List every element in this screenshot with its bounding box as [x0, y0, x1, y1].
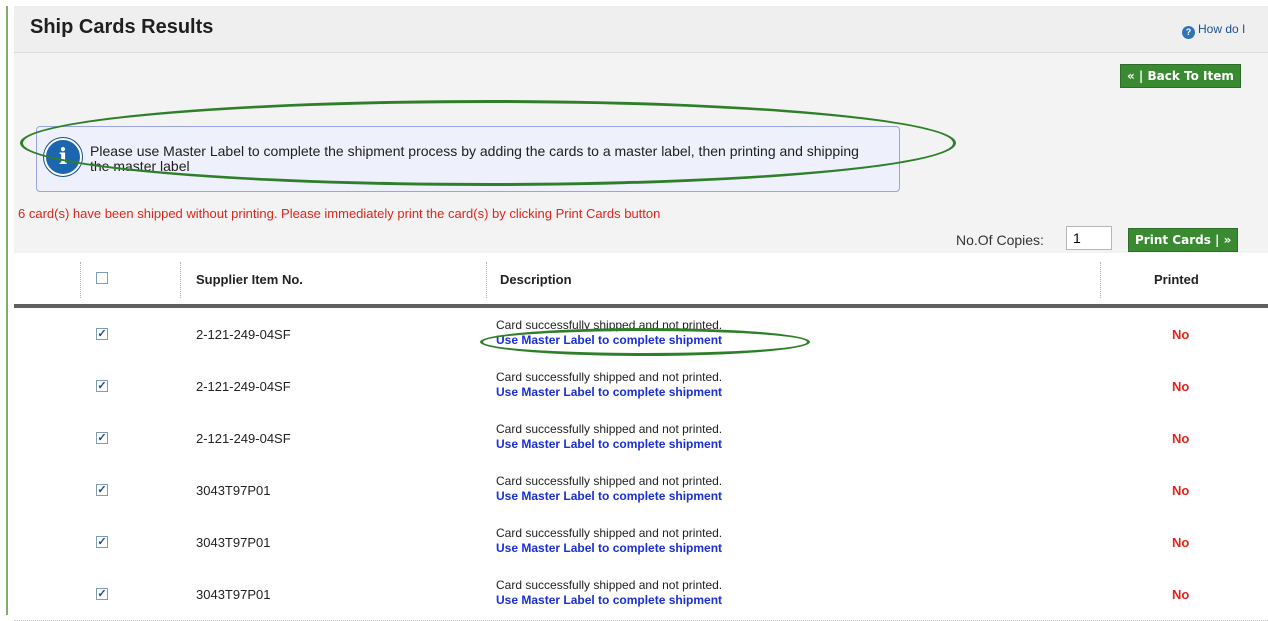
table-row: ✓ 3043T97P01 Card successfully shipped and… — [14, 568, 1268, 621]
supplier-item-no: 3043T97P01 — [196, 483, 271, 498]
column-separator — [1100, 262, 1102, 298]
description-status: Card successfully shipped and not printe… — [496, 578, 723, 592]
help-link[interactable]: ? How do I — [1182, 22, 1245, 39]
printed-status: No — [1172, 431, 1190, 446]
description-status: Card successfully shipped and not printe… — [496, 474, 723, 488]
help-link-label: How do I — [1198, 22, 1246, 36]
annotation-ellipse-info — [20, 100, 956, 186]
master-label-link[interactable]: Use Master Label to complete shipment — [496, 593, 722, 607]
warning-message: 6 card(s) have been shipped without prin… — [18, 206, 661, 221]
printed-status: No — [1172, 483, 1190, 498]
row-checkbox[interactable]: ✓ — [96, 484, 108, 496]
column-separator — [180, 262, 182, 298]
printed-status: No — [1172, 587, 1190, 602]
printed-status: No — [1172, 535, 1190, 550]
header-printed: Printed — [1154, 272, 1199, 287]
header-description: Description — [500, 272, 572, 287]
copies-input[interactable] — [1066, 226, 1112, 250]
row-checkbox[interactable]: ✓ — [96, 380, 108, 392]
row-checkbox[interactable]: ✓ — [96, 432, 108, 444]
copies-label: No.Of Copies: — [956, 232, 1044, 248]
page-title: Ship Cards Results — [30, 16, 214, 38]
column-separator — [80, 262, 82, 298]
print-cards-button[interactable]: Print Cards | » — [1128, 228, 1239, 252]
master-label-link[interactable]: Use Master Label to complete shipment — [496, 437, 722, 451]
master-label-link[interactable]: Use Master Label to complete shipment — [496, 489, 722, 503]
select-all-checkbox[interactable] — [96, 272, 108, 284]
supplier-item-no: 2-121-249-04SF — [196, 431, 291, 446]
supplier-item-no: 2-121-249-04SF — [196, 327, 291, 342]
header-supplier-item: Supplier Item No. — [196, 272, 303, 287]
left-border — [6, 6, 8, 615]
printed-status: No — [1172, 379, 1190, 394]
description-status: Card successfully shipped and not printe… — [496, 526, 723, 540]
row-checkbox[interactable]: ✓ — [96, 536, 108, 548]
table-row: ✓ 2-121-249-04SF Card successfully shipped… — [14, 412, 1268, 465]
master-label-link[interactable]: Use Master Label to complete shipment — [496, 541, 722, 555]
supplier-item-no: 3043T97P01 — [196, 587, 271, 602]
printed-status: No — [1172, 327, 1190, 342]
column-separator — [486, 262, 488, 298]
description-status: Card successfully shipped and not printe… — [496, 370, 723, 384]
supplier-item-no: 3043T97P01 — [196, 535, 271, 550]
description-status: Card successfully shipped and not printe… — [496, 422, 723, 436]
annotation-ellipse-link — [480, 328, 810, 356]
table-row: ✓ 3043T97P01 Card successfully shipped and… — [14, 464, 1268, 517]
row-checkbox[interactable]: ✓ — [96, 328, 108, 340]
supplier-item-no: 2-121-249-04SF — [196, 379, 291, 394]
table-row: ✓ 3043T97P01 Card successfully shipped and… — [14, 516, 1268, 569]
master-label-link[interactable]: Use Master Label to complete shipment — [496, 385, 722, 399]
row-checkbox[interactable]: ✓ — [96, 588, 108, 600]
question-icon: ? — [1182, 26, 1195, 39]
back-to-item-button[interactable]: « | Back To Item — [1120, 64, 1241, 88]
table-row: ✓ 2-121-249-04SF Card successfully shipped… — [14, 360, 1268, 413]
